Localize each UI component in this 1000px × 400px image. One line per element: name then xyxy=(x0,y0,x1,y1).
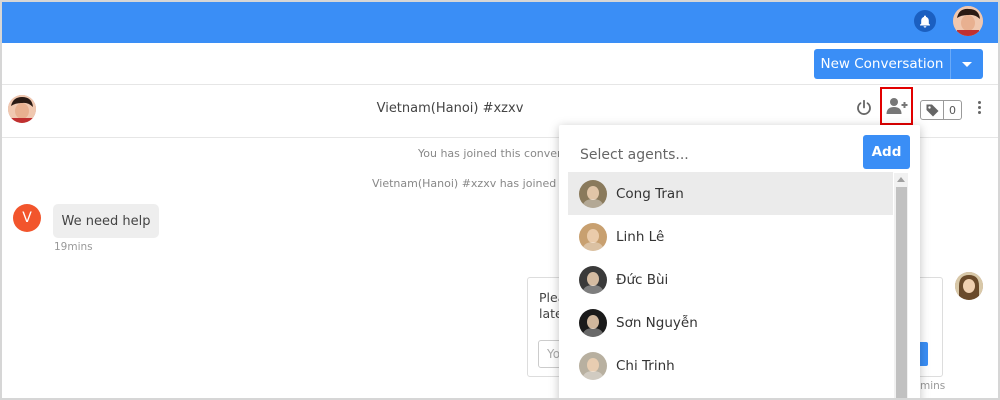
agent-avatar xyxy=(579,308,607,337)
chevron-down-icon[interactable] xyxy=(950,49,983,79)
scrollbar[interactable] xyxy=(894,173,908,400)
conversation-title: Vietnam(Hanoi) #xzxv xyxy=(376,101,524,116)
add-button[interactable]: Add xyxy=(863,135,910,169)
power-icon[interactable] xyxy=(855,99,873,117)
tag-button[interactable]: 0 xyxy=(920,100,962,120)
agent-option[interactable]: Linh Lê xyxy=(568,215,893,258)
visitor-avatar: V xyxy=(13,204,41,232)
new-conversation-label[interactable]: New Conversation xyxy=(814,56,950,72)
tag-count: 0 xyxy=(943,101,961,119)
scrollbar-thumb[interactable] xyxy=(896,187,907,400)
agent-option[interactable]: Đức Bùi xyxy=(568,258,893,301)
add-user-icon xyxy=(886,98,907,114)
agent-list: Cong Tran Linh Lê Đức Bùi Sơn Nguyễn Chi Tri… xyxy=(568,172,893,387)
agent-name: Sơn Nguyễn xyxy=(616,314,698,331)
more-vertical-icon[interactable] xyxy=(974,99,984,119)
agent-avatar xyxy=(579,265,607,294)
system-message: You has joined this conversa xyxy=(418,147,575,160)
agent-option[interactable]: Chi Trinh xyxy=(568,344,893,387)
message-time: 19mins xyxy=(54,241,93,253)
agent-picker: Add Cong Tran Linh Lê Đức Bùi Sơn Nguyễn Chi… xyxy=(559,125,920,400)
toolbar: New Conversation xyxy=(0,43,1000,85)
agent-avatar xyxy=(579,179,607,208)
system-message: Vietnam(Hanoi) #xzxv has joined this xyxy=(372,177,580,190)
agent-avatar xyxy=(579,351,607,380)
agent-name: Đức Bùi xyxy=(616,271,669,288)
scroll-up-icon[interactable] xyxy=(897,177,905,182)
bell-icon[interactable] xyxy=(914,10,936,32)
agent-name: Linh Lê xyxy=(616,228,665,245)
new-conversation-button[interactable]: New Conversation xyxy=(814,49,983,79)
message-time: mins xyxy=(920,380,946,392)
add-agent-button[interactable] xyxy=(880,87,913,125)
agent-option[interactable]: Cong Tran xyxy=(568,172,893,215)
tag-icon xyxy=(921,101,943,119)
agent-name: Chi Trinh xyxy=(616,357,675,374)
agent-option[interactable]: Sơn Nguyễn xyxy=(568,301,893,344)
user-avatar[interactable] xyxy=(953,6,983,36)
agent-name: Cong Tran xyxy=(616,185,684,202)
agent-avatar xyxy=(955,272,983,300)
top-navbar xyxy=(0,0,1000,43)
select-agents-input[interactable] xyxy=(580,144,840,166)
agent-avatar xyxy=(579,222,607,251)
conversation-avatar xyxy=(8,95,36,123)
visitor-message: We need help xyxy=(53,204,159,238)
